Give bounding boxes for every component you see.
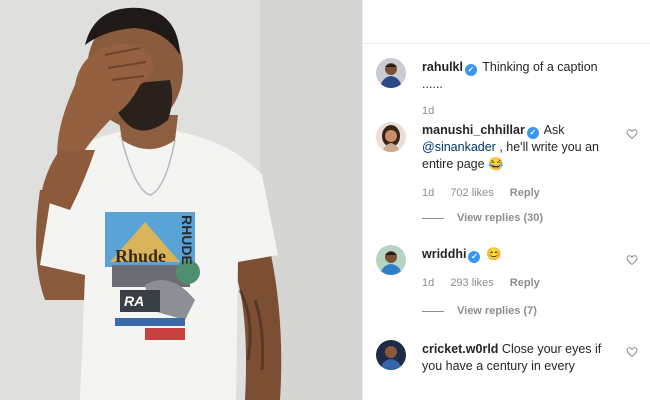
post-header-bar [363,0,650,44]
avatar-rahulkl[interactable] [376,58,406,88]
caption-time[interactable]: 1d [422,105,434,117]
divider-line [422,310,444,312]
comment-text: Ask [543,123,565,137]
caption-username[interactable]: rahulkl [422,60,463,74]
shirt-text-rhude-vertical: RHUDE [179,215,195,265]
comment-text: 😊 [485,247,502,261]
divider-line [422,217,444,219]
verified-badge-icon: ✓ [526,127,539,139]
view-replies-label[interactable]: View replies (30) [457,212,543,224]
comments-panel: rahulkl ✓ Thinking of a caption ...... 1d… [362,0,650,400]
mention-link[interactable]: @sinankader [422,140,496,154]
like-heart-icon[interactable] [626,128,638,140]
comment-username[interactable]: cricket.w0rld [422,342,498,356]
reply-button[interactable]: Reply [510,277,540,289]
shirt-text-rhude: Rhude [115,246,166,266]
post-photo: RHUDE Rhude RA [0,0,362,400]
like-heart-icon[interactable] [626,254,638,266]
view-replies-label[interactable]: View replies (7) [457,305,537,317]
reply-button[interactable]: Reply [510,187,540,199]
view-replies-button[interactable]: View replies (30) [422,212,543,224]
verified-badge-icon: ✓ [468,251,481,263]
comment-time[interactable]: 1d [422,277,434,289]
comment-time[interactable]: 1d [422,187,434,199]
comment-username[interactable]: manushi_chhillar [422,123,525,137]
like-heart-icon[interactable] [626,346,638,358]
view-replies-button[interactable]: View replies (7) [422,305,537,317]
comment-likes[interactable]: 293 likes [450,277,493,289]
avatar-manushi-chhillar[interactable] [376,122,406,152]
comment-username[interactable]: wriddhi [422,247,466,261]
avatar-wriddhi[interactable] [376,245,406,275]
verified-badge-icon: ✓ [465,64,477,76]
svg-text:RA: RA [124,293,144,309]
avatar-cricket-w0rld[interactable] [376,340,406,370]
man-in-white-tshirt-image: RHUDE Rhude RA [0,0,362,400]
comment-likes[interactable]: 702 likes [450,187,493,199]
